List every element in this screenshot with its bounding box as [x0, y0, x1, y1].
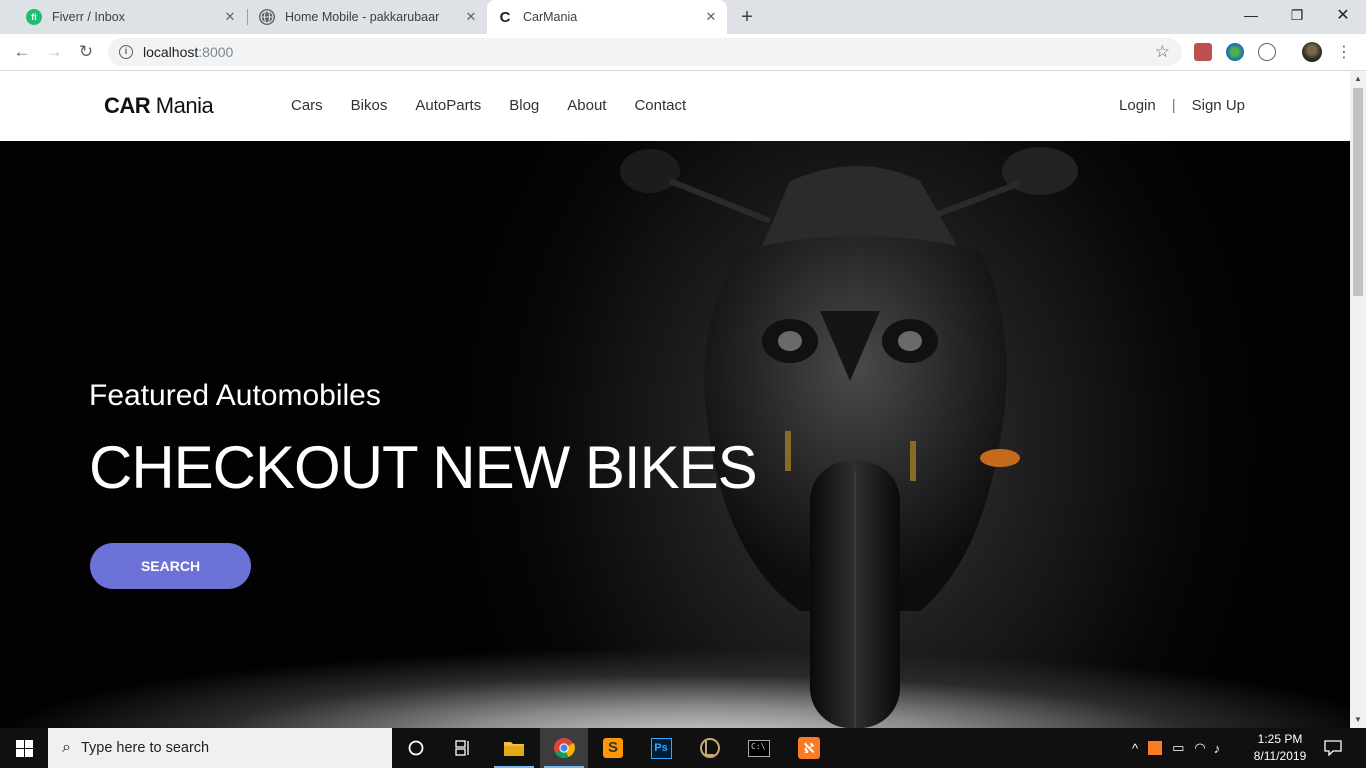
profile-avatar[interactable] — [1302, 42, 1322, 62]
file-explorer-button[interactable] — [490, 728, 538, 768]
url-text: localhost:8000 — [143, 44, 234, 60]
hero-title: CHECKOUT NEW BIKES — [89, 434, 758, 501]
task-view-icon — [455, 740, 469, 756]
hero-banner: Featured Automobiles CHECKOUT NEW BIKES … — [0, 141, 1350, 728]
menu-dots-icon[interactable]: ⋮ — [1332, 40, 1356, 64]
hero-subtitle: Featured Automobiles — [89, 379, 381, 412]
restore-button[interactable]: ❐ — [1274, 0, 1320, 30]
league-client-button[interactable] — [686, 728, 734, 768]
close-icon[interactable]: ✕ — [463, 9, 479, 25]
xampp-tray-icon[interactable] — [1148, 741, 1163, 755]
back-button[interactable]: ← — [10, 40, 34, 64]
show-hidden-icons-chevron-icon[interactable]: ^ — [1132, 741, 1138, 756]
scroll-down-arrow-icon[interactable]: ▼ — [1350, 712, 1366, 728]
windows-taskbar: ⌕ Type here to search S Ps C:\ ℵ ^ ▭ ◠ ♪… — [0, 728, 1366, 768]
sublime-icon: S — [603, 738, 623, 758]
action-center-button[interactable] — [1310, 728, 1356, 768]
tab-title: Home Mobile - pakkarubaar — [285, 10, 440, 24]
start-button[interactable] — [0, 728, 48, 768]
browser-tab-strip: fi Fiverr / Inbox ✕ Home Mobile - pakkar… — [0, 0, 1366, 34]
scrollbar-thumb[interactable] — [1353, 88, 1363, 296]
window-close-button[interactable]: ✕ — [1320, 0, 1366, 30]
nav-link-bikos[interactable]: Bikos — [351, 97, 388, 114]
battery-icon[interactable]: ▭ — [1172, 740, 1184, 756]
taskbar-search[interactable]: ⌕ Type here to search — [48, 728, 392, 768]
xampp-button[interactable]: ℵ — [785, 728, 833, 768]
minimize-button[interactable]: — — [1228, 0, 1274, 30]
signup-link[interactable]: Sign Up — [1192, 97, 1245, 114]
folder-icon — [504, 742, 524, 756]
site-header: CAR Mania Cars Bikos AutoParts Blog Abou… — [0, 71, 1350, 141]
nav-link-contact[interactable]: Contact — [634, 97, 686, 114]
nav-link-cars[interactable]: Cars — [291, 97, 323, 114]
photoshop-icon: Ps — [650, 737, 672, 759]
cortana-circle-icon — [408, 740, 424, 756]
login-link[interactable]: Login — [1119, 97, 1156, 114]
chrome-icon — [554, 738, 575, 759]
close-icon[interactable]: ✕ — [703, 9, 719, 25]
league-of-legends-icon — [700, 738, 720, 758]
main-nav: Cars Bikos AutoParts Blog About Contact — [291, 97, 714, 114]
nav-link-about[interactable]: About — [567, 97, 606, 114]
auth-links: Login | Sign Up — [1119, 97, 1245, 114]
taskbar-clock[interactable]: 1:25 PM 8/11/2019 — [1240, 731, 1320, 765]
carmania-icon: C — [499, 8, 511, 26]
photoshop-button[interactable]: Ps — [637, 728, 685, 768]
info-icon[interactable]: i — [119, 45, 133, 59]
globe-icon — [259, 9, 275, 25]
fiverr-icon: fi — [26, 9, 42, 25]
bookmark-star-icon[interactable]: ☆ — [1155, 42, 1170, 62]
windows-logo-icon — [15, 739, 33, 757]
pdf-extension-icon[interactable] — [1194, 43, 1212, 61]
nav-link-blog[interactable]: Blog — [509, 97, 539, 114]
site-logo[interactable]: CAR Mania — [104, 93, 214, 119]
page-scrollbar[interactable]: ▲ ▼ — [1350, 71, 1366, 728]
xampp-icon: ℵ — [798, 737, 820, 759]
tab-title: CarMania — [523, 10, 578, 24]
scroll-up-arrow-icon[interactable]: ▲ — [1350, 71, 1366, 87]
tab-carmania[interactable]: C CarMania ✕ — [487, 0, 727, 34]
terminal-button[interactable]: C:\ — [735, 728, 783, 768]
nav-link-autoparts[interactable]: AutoParts — [415, 97, 481, 114]
volume-icon[interactable]: ♪ — [1214, 741, 1221, 756]
close-icon[interactable]: ✕ — [222, 9, 238, 25]
search-placeholder: Type here to search — [80, 740, 210, 756]
system-tray: ^ ▭ ◠ ♪ — [1132, 728, 1220, 768]
clock-date: 8/11/2019 — [1253, 749, 1307, 763]
address-bar[interactable]: i localhost:8000 ☆ — [108, 38, 1182, 66]
reload-button[interactable]: ↻ — [74, 40, 98, 64]
task-view-button[interactable] — [440, 728, 488, 768]
tab-title: Fiverr / Inbox — [52, 10, 125, 24]
globe-extension-icon[interactable] — [1226, 43, 1244, 61]
search-icon: ⌕ — [62, 739, 71, 756]
chrome-taskbar-button[interactable] — [540, 728, 588, 768]
clock-time: 1:25 PM — [1257, 732, 1303, 746]
new-tab-button[interactable]: + — [737, 7, 757, 27]
search-button[interactable]: SEARCH — [90, 543, 251, 589]
wifi-icon[interactable]: ◠ — [1194, 740, 1205, 756]
extension-icon[interactable] — [1258, 43, 1276, 61]
cortana-button[interactable] — [392, 728, 440, 768]
browser-toolbar: ← → ↻ i localhost:8000 ☆ ⋮ — [0, 34, 1366, 71]
terminal-icon: C:\ — [748, 739, 770, 757]
notification-icon — [1324, 740, 1342, 756]
auth-separator: | — [1171, 97, 1176, 114]
tab-fiverr-inbox[interactable]: fi Fiverr / Inbox ✕ — [8, 0, 246, 34]
forward-button[interactable]: → — [42, 40, 66, 64]
sublime-text-button[interactable]: S — [589, 728, 637, 768]
tab-home-mobile[interactable]: Home Mobile - pakkarubaar ✕ — [241, 0, 487, 34]
